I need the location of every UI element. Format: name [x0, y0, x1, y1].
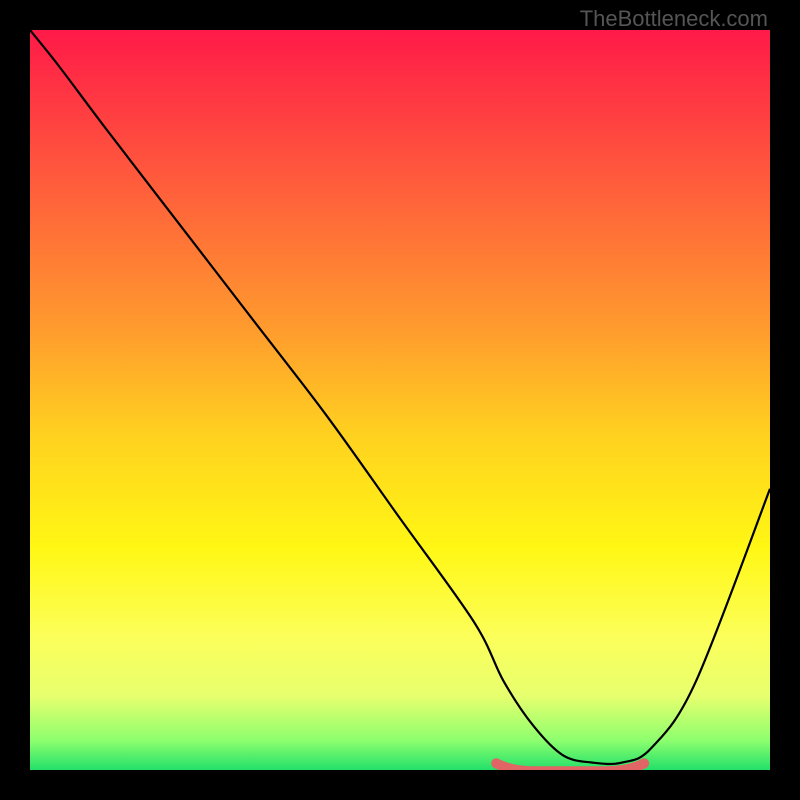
chart-frame	[0, 0, 800, 800]
watermark-text: TheBottleneck.com	[580, 6, 768, 32]
